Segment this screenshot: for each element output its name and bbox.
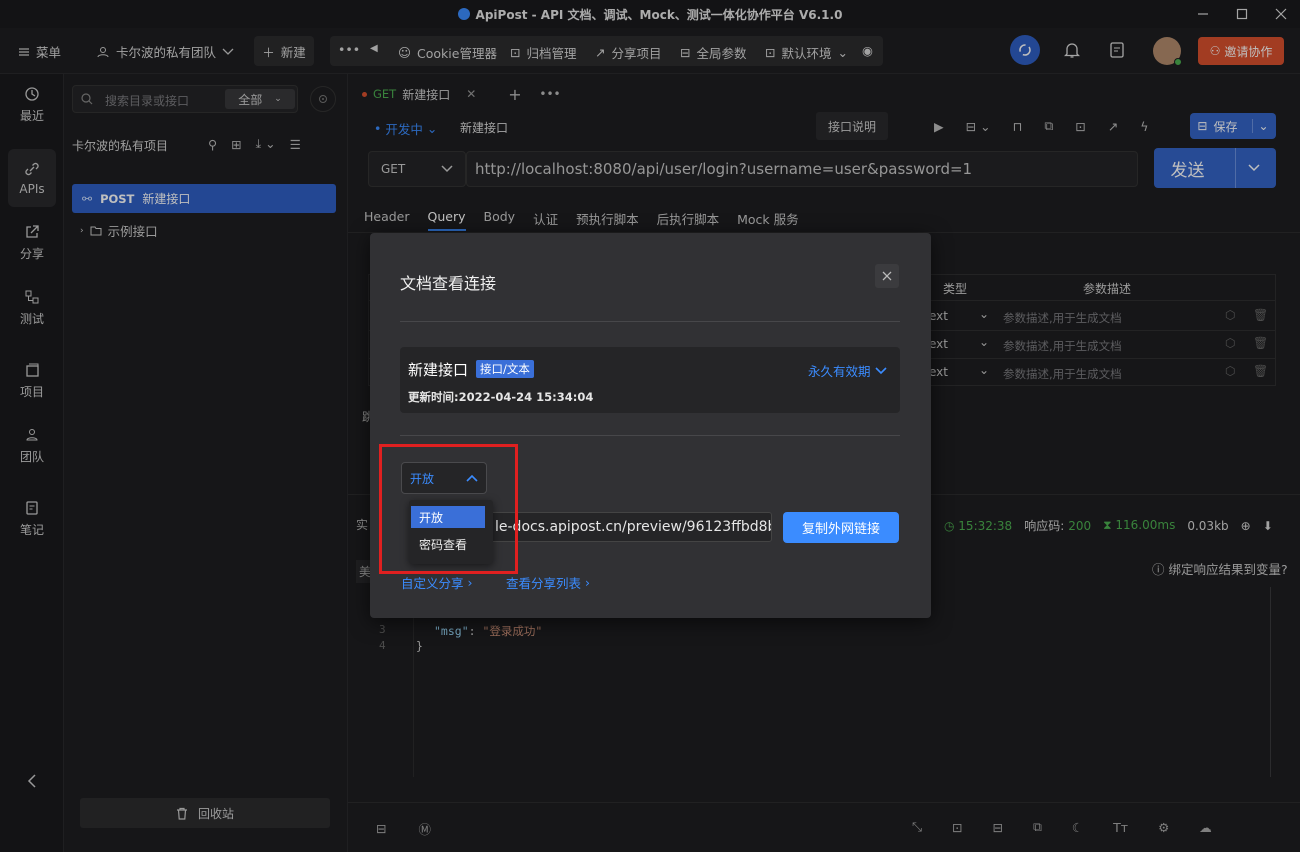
validity-value: 永久有效期 xyxy=(808,364,871,379)
custom-share-label: 自定义分享 xyxy=(401,576,464,591)
doc-tag: 接口/文本 xyxy=(476,360,534,378)
doc-link-dialog: 文档查看连接 新建接口 接口/文本 永久有效期 更新时间:2022-04-24 … xyxy=(370,233,931,618)
validity-select[interactable]: 永久有效期 xyxy=(808,361,887,380)
doc-name: 新建接口 xyxy=(408,361,469,379)
highlight-annotation xyxy=(379,444,518,574)
share-link-input[interactable]: le-docs.apipost.cn/preview/96123ffbd8b87… xyxy=(484,512,772,542)
custom-share-link[interactable]: 自定义分享 › xyxy=(401,573,473,592)
dialog-title: 文档查看连接 xyxy=(400,274,497,293)
close-icon[interactable] xyxy=(875,264,899,288)
doc-info-card: 新建接口 接口/文本 永久有效期 更新时间:2022-04-24 15:34:0… xyxy=(400,347,900,413)
divider xyxy=(400,321,900,322)
chevron-right-icon: › xyxy=(467,575,473,590)
view-list-label: 查看分享列表 xyxy=(506,576,582,591)
updated-time: 更新时间:2022-04-24 15:34:04 xyxy=(408,390,594,404)
chevron-right-icon: › xyxy=(585,575,591,590)
chevron-down-icon xyxy=(874,366,887,375)
view-share-list-link[interactable]: 查看分享列表 › xyxy=(506,573,590,592)
divider xyxy=(400,435,900,436)
copy-link-button[interactable]: 复制外网链接 xyxy=(783,512,899,543)
